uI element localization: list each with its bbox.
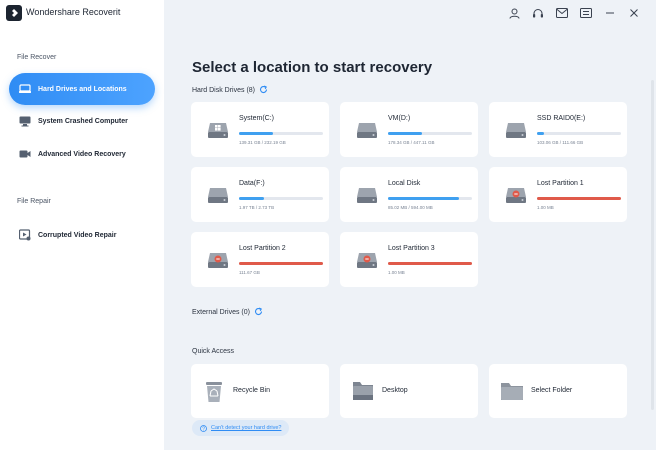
video-camera-icon	[19, 148, 31, 160]
drive-card[interactable]: System(C:) 139.31 GB / 232.19 GB	[191, 102, 329, 157]
quick-access-select-folder[interactable]: Select Folder	[489, 364, 627, 418]
drive-card[interactable]: Lost Partition 2 111.67 GB	[191, 232, 329, 287]
app-title: Wondershare Recoverit	[26, 7, 121, 17]
drive-usage-bar	[537, 132, 621, 135]
drive-name: Local Disk	[388, 180, 421, 187]
hard-drive-icon	[19, 83, 31, 95]
page-title: Select a location to start recovery	[192, 59, 433, 76]
drive-usage-fill	[388, 262, 472, 265]
help-link[interactable]: Can't detect your hard drive?	[211, 425, 281, 431]
drive-name: Lost Partition 3	[388, 245, 435, 252]
drive-usage-fill	[388, 132, 422, 135]
sidebar-item-label: Advanced Video Recovery	[38, 150, 126, 158]
sidebar-item-hard-drives[interactable]: Hard Drives and Locations	[9, 73, 155, 105]
hard-disk-drives-text: Hard Disk Drives (8)	[192, 87, 256, 94]
computer-icon	[19, 115, 31, 127]
drive-usage-fill	[388, 197, 460, 200]
refresh-icon[interactable]	[254, 307, 263, 318]
drive-card[interactable]: VM(D:) 178.34 GB / 447.11 GB	[340, 102, 478, 157]
hard-drive-icon	[356, 187, 378, 204]
drive-usage-fill	[537, 132, 544, 135]
app-logo-icon	[6, 5, 22, 21]
drive-usage-bar	[239, 132, 323, 135]
drive-card[interactable]: SSD RAID0(E:) 103.06 GB / 111.66 GB	[489, 102, 627, 157]
drive-usage-fill	[239, 197, 265, 200]
drive-size: 139.31 GB / 232.19 GB	[239, 140, 286, 145]
drive-usage-bar	[388, 262, 472, 265]
drive-name: System(C:)	[239, 115, 274, 122]
drive-usage-bar	[388, 132, 472, 135]
refresh-icon[interactable]	[259, 85, 268, 96]
quick-access-label-text: Recycle Bin	[233, 387, 270, 394]
external-drives-label: External Drives (0)	[192, 307, 263, 318]
lost-partition-drive-icon	[207, 252, 229, 269]
drive-size: 85.02 MB / 594.00 MB	[388, 205, 433, 210]
drive-usage-bar	[388, 197, 472, 200]
drive-card[interactable]: Lost Partition 1 1.00 MB	[489, 167, 627, 222]
quick-access-label: Quick Access	[192, 348, 235, 355]
sidebar-item-advanced-video[interactable]: Advanced Video Recovery	[9, 138, 155, 170]
drive-usage-bar	[239, 197, 323, 200]
lost-partition-drive-icon	[505, 187, 527, 204]
drive-name: Data(F:)	[239, 180, 265, 187]
hard-drive-icon	[207, 187, 229, 204]
drive-card[interactable]: Lost Partition 3 1.00 MB	[340, 232, 478, 287]
sidebar-item-label: Hard Drives and Locations	[38, 85, 127, 93]
quick-access-label-text: Select Folder	[531, 387, 573, 394]
sidebar-item-label: System Crashed Computer	[38, 117, 128, 125]
section-file-repair: File Repair	[17, 198, 51, 205]
drive-name: Lost Partition 1	[537, 180, 584, 187]
drive-size: 178.34 GB / 447.11 GB	[388, 140, 435, 145]
drive-usage-fill	[537, 197, 621, 200]
svg-text:?: ?	[202, 426, 205, 432]
hard-drive-icon	[356, 122, 378, 139]
drive-usage-fill	[239, 132, 273, 135]
lost-partition-drive-icon	[356, 252, 378, 269]
help-detect-drive[interactable]: ? Can't detect your hard drive?	[192, 419, 290, 437]
scrollbar[interactable]	[651, 80, 654, 410]
drive-size: 111.67 GB	[239, 270, 260, 275]
quick-access-label-text: Desktop	[382, 387, 408, 394]
sidebar: File Recover Hard Drives and Locations S…	[0, 0, 164, 450]
hard-drive-icon	[505, 122, 527, 139]
drive-name: SSD RAID0(E:)	[537, 115, 586, 122]
desktop-icon	[350, 378, 376, 404]
drive-size: 1.97 TB / 2.73 TB	[239, 205, 275, 210]
drive-name: Lost Partition 2	[239, 245, 286, 252]
drive-name: VM(D:)	[388, 115, 411, 122]
drive-card[interactable]: Local Disk 85.02 MB / 594.00 MB	[340, 167, 478, 222]
drive-size: 1.00 MB	[388, 270, 405, 275]
main-content: Select a location to start recovery Hard…	[164, 0, 656, 450]
section-file-recover: File Recover	[17, 54, 57, 61]
hard-disk-drives-label: Hard Disk Drives (8)	[192, 85, 268, 96]
question-icon: ?	[200, 419, 207, 437]
recycle-bin-icon	[201, 378, 227, 404]
quick-access-recycle-bin[interactable]: Recycle Bin	[191, 364, 329, 418]
folder-icon	[499, 378, 525, 404]
drive-size: 103.06 GB / 111.66 GB	[537, 140, 584, 145]
sidebar-item-label: Corrupted Video Repair	[38, 231, 117, 239]
drive-size: 1.00 MB	[537, 205, 554, 210]
drive-usage-bar	[537, 197, 621, 200]
sidebar-item-video-repair[interactable]: Corrupted Video Repair	[9, 219, 155, 251]
windows-drive-icon	[207, 122, 229, 139]
quick-access-desktop[interactable]: Desktop	[340, 364, 478, 418]
video-repair-icon	[19, 229, 31, 241]
drive-card[interactable]: Data(F:) 1.97 TB / 2.73 TB	[191, 167, 329, 222]
external-drives-text: External Drives (0)	[192, 309, 250, 316]
sidebar-item-system-crashed[interactable]: System Crashed Computer	[9, 105, 155, 137]
drive-usage-fill	[239, 262, 323, 265]
drive-usage-bar	[239, 262, 323, 265]
